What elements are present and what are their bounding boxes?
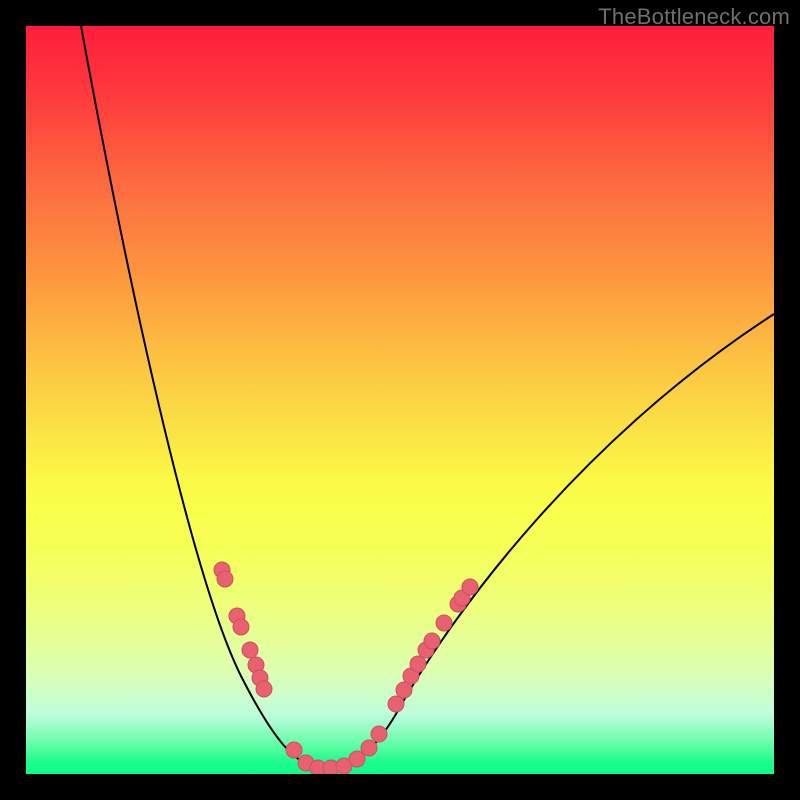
watermark-text: TheBottleneck.com [598,4,790,30]
data-point [396,682,412,698]
data-point [242,642,258,658]
data-point [424,633,440,649]
data-point [217,571,233,587]
data-point [256,681,272,697]
data-point [436,615,452,631]
chart-area [26,26,774,774]
data-point [286,742,302,758]
data-point [462,579,478,595]
data-point [361,740,377,756]
data-point [371,726,387,742]
data-point [388,696,404,712]
data-point [233,619,249,635]
curve-left [81,26,321,768]
dot-layer [214,562,478,774]
data-point [410,656,426,672]
chart-svg [26,26,774,774]
